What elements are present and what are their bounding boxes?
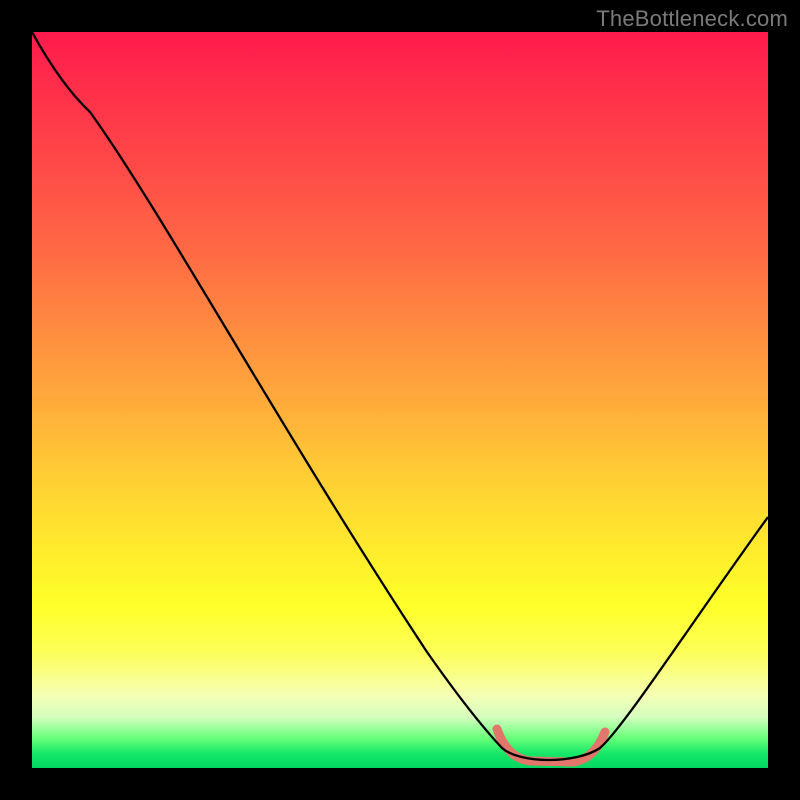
site-attribution: TheBottleneck.com xyxy=(596,6,788,32)
curve-svg xyxy=(32,32,768,768)
optimal-range-band xyxy=(497,729,605,762)
plot-area xyxy=(32,32,768,768)
bottleneck-curve xyxy=(32,32,768,760)
